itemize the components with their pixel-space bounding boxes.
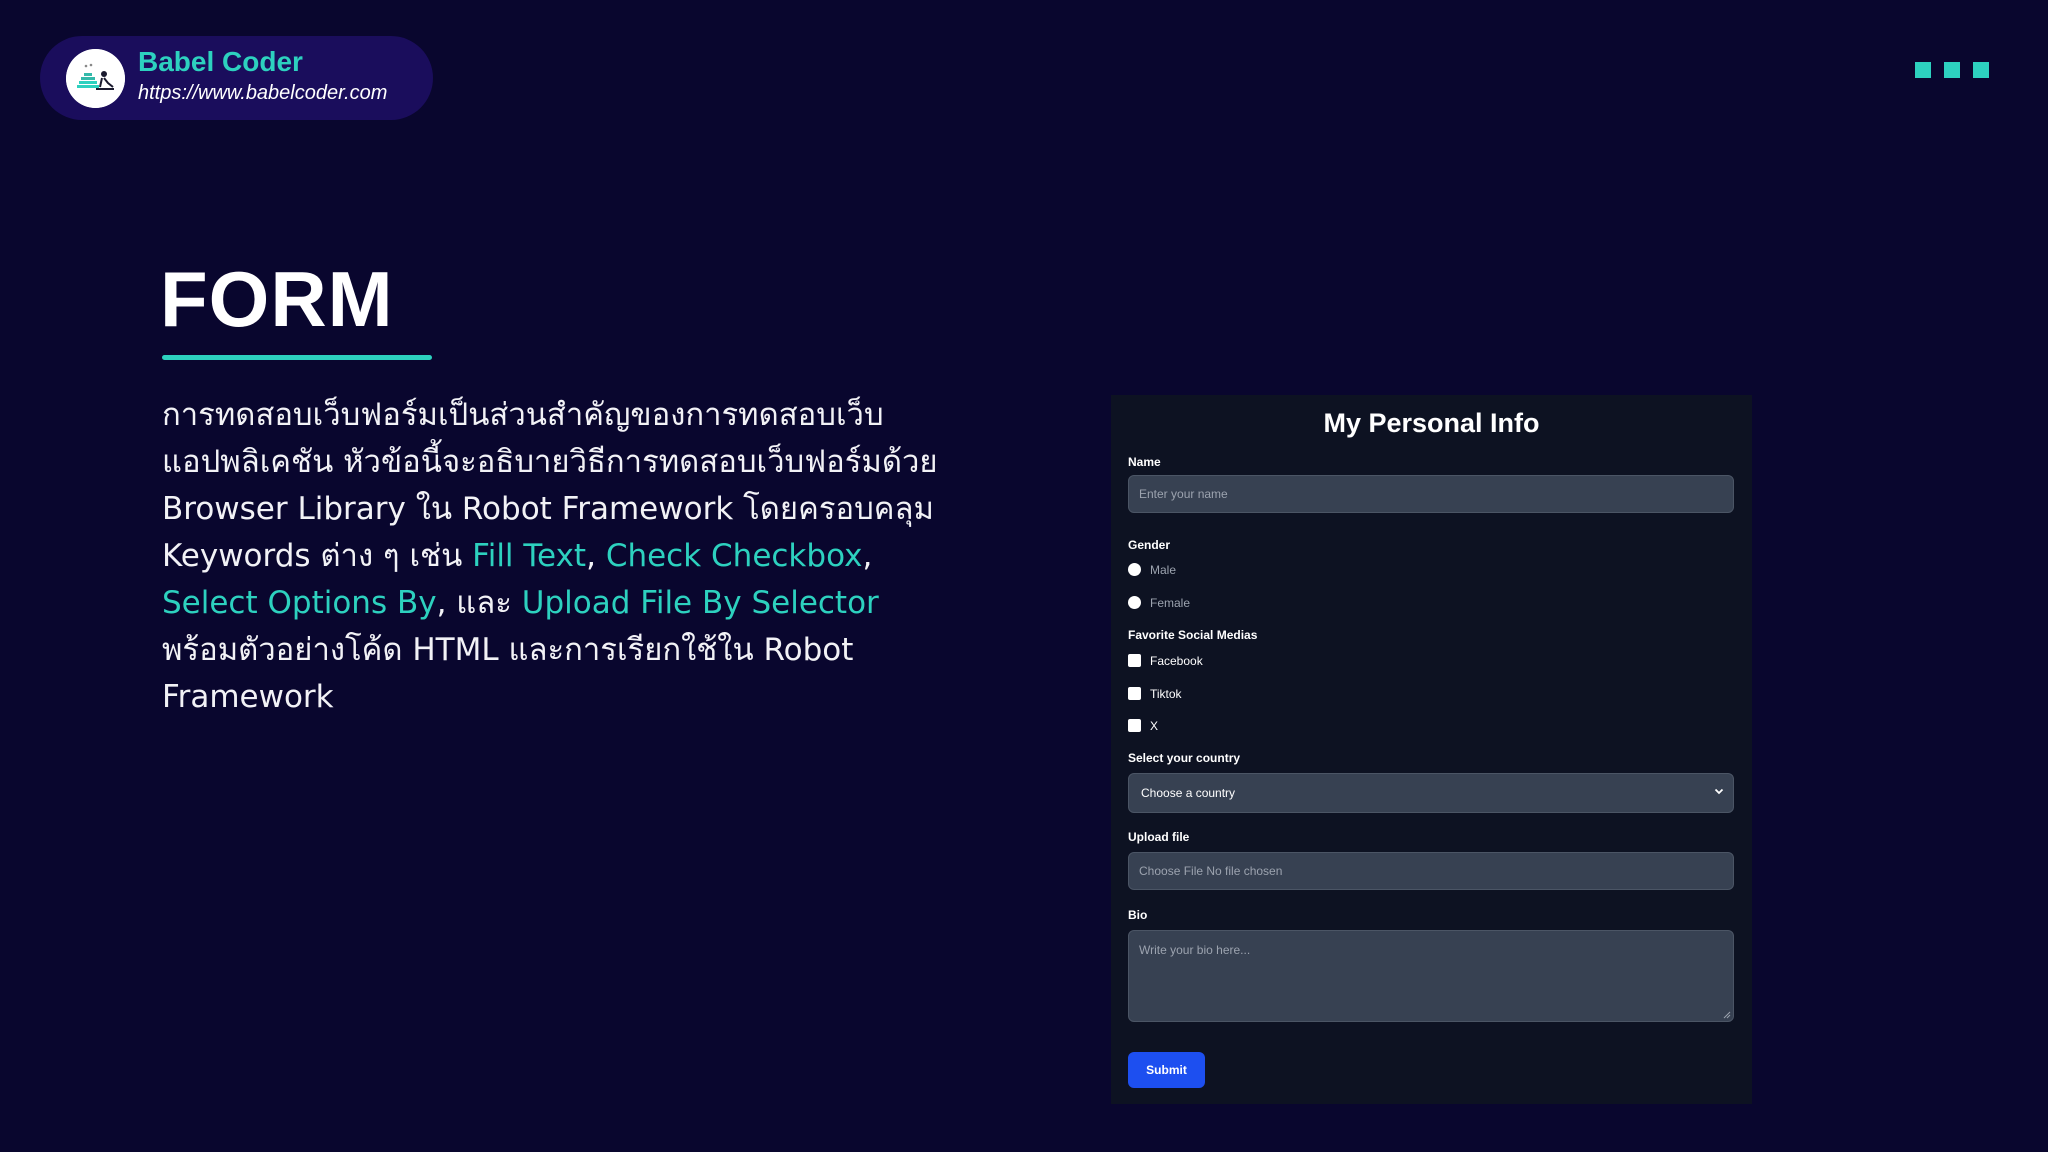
brand-badge: Babel Coder https://www.babelcoder.com bbox=[40, 36, 433, 120]
desc-line-3: Browser Library ใน Robot Framework โดยคร… bbox=[162, 491, 934, 527]
desc-line-5: Select Options By, และ Upload File By Se… bbox=[162, 580, 992, 627]
country-select[interactable]: Choose a country bbox=[1128, 773, 1734, 813]
desc-line-1: การทดสอบเว็บฟอร์มเป็นส่วนสำคัญของการทดสอ… bbox=[162, 397, 884, 433]
babel-coder-logo-icon bbox=[66, 49, 125, 108]
desc-line-6: พร้อมตัวอย่างโค้ด HTML และการเรียกใช้ใน … bbox=[162, 632, 854, 668]
gender-label: Gender bbox=[1128, 538, 1171, 552]
desc-line-7: Framework bbox=[162, 679, 334, 715]
female-label: Female bbox=[1150, 596, 1191, 610]
keyword-upload-file-by-selector: Upload File By Selector bbox=[521, 585, 879, 621]
desc-keywords-prefix: Keywords ต่าง ๆ เช่น bbox=[162, 538, 473, 574]
slide-title: FORM bbox=[160, 255, 394, 343]
tiktok-label: Tiktok bbox=[1150, 687, 1182, 701]
desc-separator: , bbox=[862, 538, 873, 574]
female-radio[interactable] bbox=[1128, 596, 1141, 609]
submit-button[interactable]: Submit bbox=[1128, 1052, 1205, 1088]
chevron-down-icon bbox=[1714, 788, 1724, 795]
social-medias-label: Favorite Social Medias bbox=[1128, 628, 1258, 642]
keyword-check-checkbox: Check Checkbox bbox=[605, 538, 863, 574]
keyword-fill-text: Fill Text bbox=[472, 538, 587, 574]
file-upload-text: Choose File No file chosen bbox=[1139, 864, 1283, 878]
decorative-squares-icon bbox=[1915, 62, 1990, 78]
personal-info-form: My Personal Info Name Enter your name Ge… bbox=[1111, 395, 1752, 1104]
bio-textarea[interactable]: Write your bio here... bbox=[1128, 930, 1734, 1022]
upload-label: Upload file bbox=[1128, 830, 1190, 844]
name-input[interactable]: Enter your name bbox=[1128, 475, 1734, 513]
x-checkbox[interactable] bbox=[1128, 719, 1141, 732]
brand-url: https://www.babelcoder.com bbox=[138, 82, 388, 104]
desc-line-2: แอปพลิเคชัน หัวข้อนี้จะอธิบายวิธีการทดสอ… bbox=[162, 444, 938, 480]
country-label: Select your country bbox=[1128, 751, 1241, 765]
resize-handle-icon[interactable] bbox=[1723, 1011, 1731, 1019]
facebook-label: Facebook bbox=[1150, 654, 1203, 668]
bio-label: Bio bbox=[1128, 908, 1148, 922]
x-label: X bbox=[1150, 719, 1159, 733]
desc-separator: , bbox=[586, 538, 606, 574]
facebook-checkbox[interactable] bbox=[1128, 654, 1141, 667]
name-placeholder: Enter your name bbox=[1139, 487, 1228, 501]
form-title: My Personal Info bbox=[1323, 408, 1540, 438]
keyword-select-options-by: Select Options By bbox=[162, 585, 437, 621]
file-upload-input[interactable]: Choose File No file chosen bbox=[1128, 852, 1734, 890]
country-selected-value: Choose a country bbox=[1141, 786, 1236, 800]
name-label: Name bbox=[1128, 455, 1161, 469]
desc-line-4: Keywords ต่าง ๆ เช่น Fill Text, Check Ch… bbox=[162, 533, 992, 580]
male-label: Male bbox=[1150, 563, 1177, 577]
tiktok-checkbox[interactable] bbox=[1128, 687, 1141, 700]
male-radio[interactable] bbox=[1128, 563, 1141, 576]
brand-name: Babel Coder bbox=[138, 46, 303, 77]
slide-description: การทดสอบเว็บฟอร์มเป็นส่วนสำคัญของการทดสอ… bbox=[162, 392, 992, 721]
desc-separator: , และ bbox=[436, 585, 522, 621]
title-underline bbox=[162, 355, 432, 360]
bio-placeholder: Write your bio here... bbox=[1139, 943, 1251, 957]
